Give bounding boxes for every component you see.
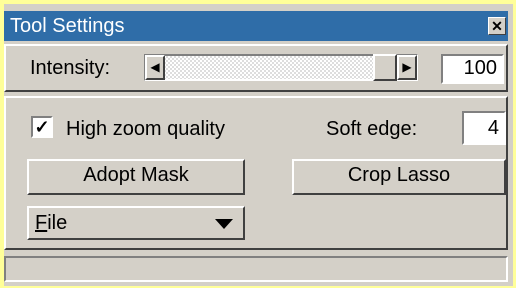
title-bar[interactable]: Tool Settings ✕ xyxy=(4,11,508,41)
adopt-mask-button[interactable]: Adopt Mask xyxy=(27,159,245,195)
slider-left-button[interactable]: ◀ xyxy=(145,55,165,80)
intensity-value-field[interactable]: 100 xyxy=(441,54,504,84)
slider-right-button[interactable]: ▶ xyxy=(397,55,417,80)
soft-edge-label: Soft edge: xyxy=(326,118,418,140)
arrow-left-icon: ◀ xyxy=(150,60,160,74)
arrow-right-icon: ▶ xyxy=(402,60,412,74)
intensity-label: Intensity: xyxy=(30,57,111,79)
checkmark-icon: ✓ xyxy=(34,117,50,137)
soft-edge-value: 4 xyxy=(487,117,499,139)
soft-edge-field[interactable]: 4 xyxy=(462,111,506,145)
status-bar xyxy=(4,256,508,282)
intensity-slider-thumb[interactable] xyxy=(373,54,397,81)
high-zoom-checkbox[interactable]: ✓ xyxy=(31,116,53,138)
window-title: Tool Settings xyxy=(10,15,125,37)
intensity-value: 100 xyxy=(463,57,497,79)
file-dropdown[interactable]: File xyxy=(27,206,245,240)
file-dropdown-label: File xyxy=(35,212,68,234)
close-icon: ✕ xyxy=(491,18,503,34)
chevron-down-icon xyxy=(215,219,233,229)
close-button[interactable]: ✕ xyxy=(488,17,506,35)
crop-lasso-button[interactable]: Crop Lasso xyxy=(292,159,506,195)
high-zoom-label[interactable]: High zoom quality xyxy=(66,117,225,141)
